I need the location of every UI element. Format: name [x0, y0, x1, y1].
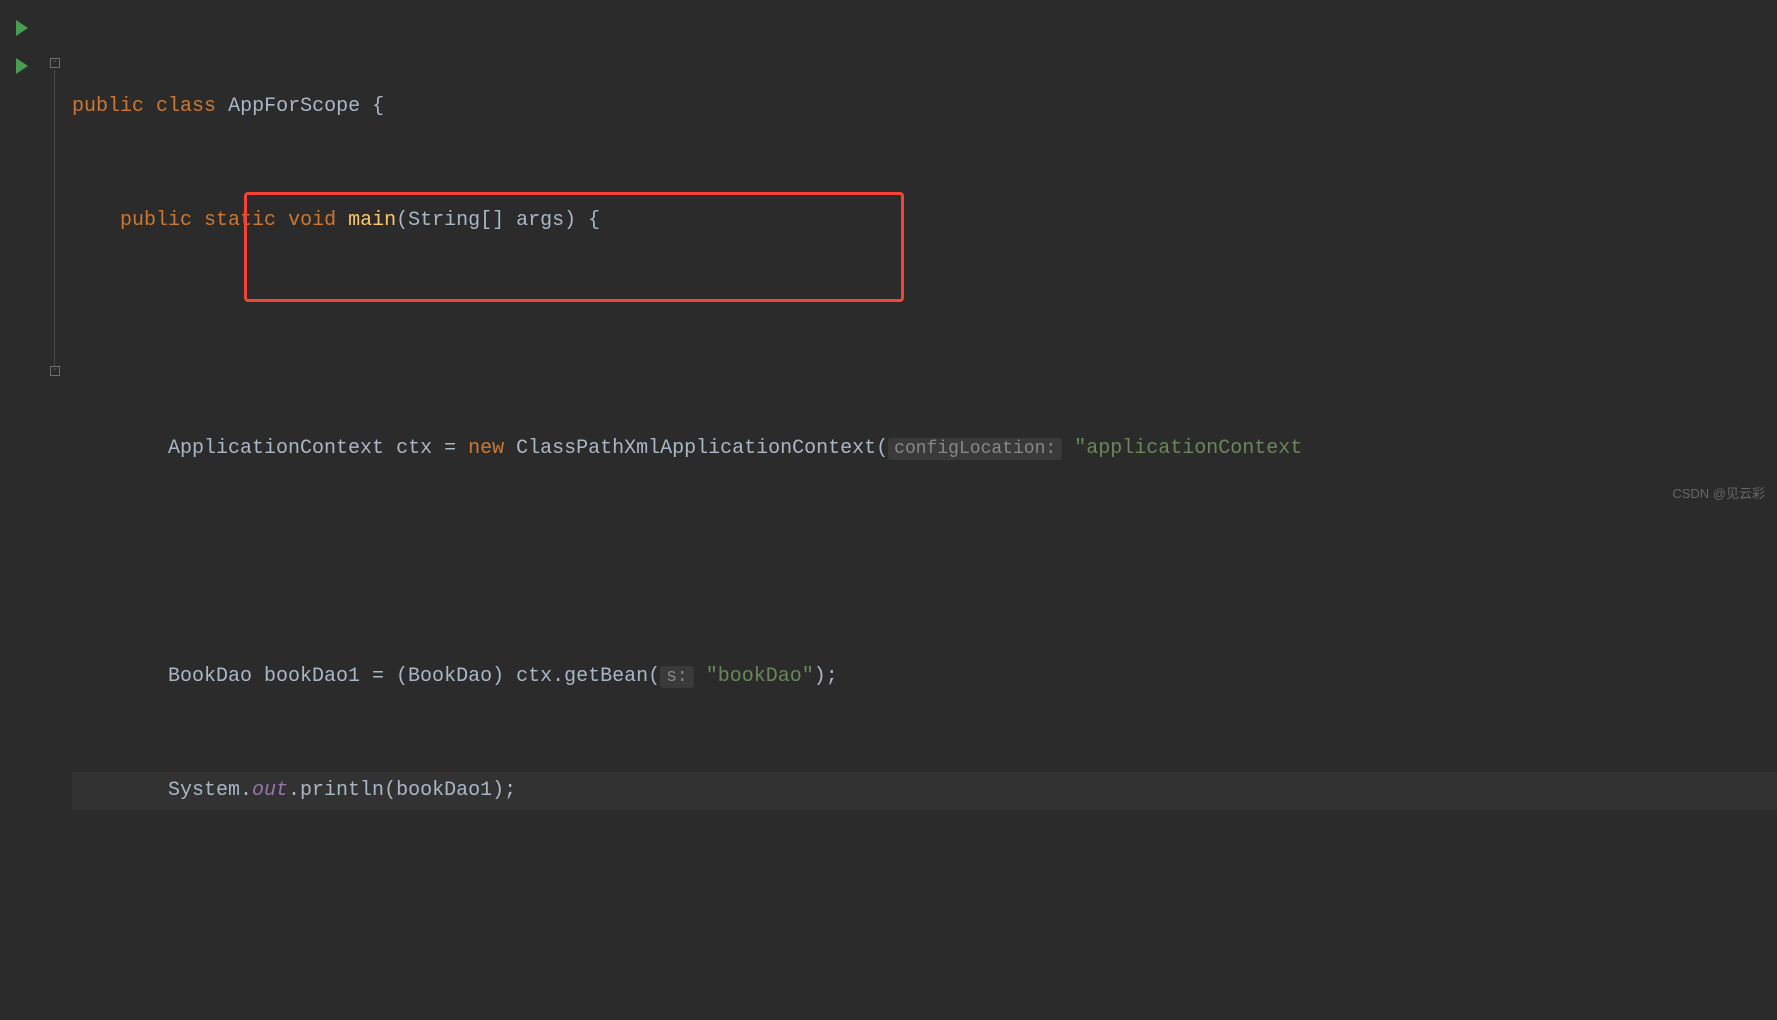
fold-toggle-icon[interactable]: -: [50, 366, 60, 376]
code-line: [72, 1000, 1777, 1020]
run-icon[interactable]: [16, 20, 28, 36]
code-line: public static void main(String[] args) {: [72, 202, 1777, 240]
parameter-hint: s:: [660, 666, 694, 688]
code-line: [72, 316, 1777, 354]
code-line: [72, 886, 1777, 924]
fold-line: [54, 70, 55, 366]
code-line: System.out.println(bookDao1);: [72, 772, 1777, 810]
fold-toggle-icon[interactable]: -: [50, 58, 60, 68]
code-line: ApplicationContext ctx = new ClassPathXm…: [72, 430, 1777, 468]
code-area[interactable]: public class AppForScope { public static…: [64, 0, 1777, 510]
code-line: public class AppForScope {: [72, 88, 1777, 126]
run-icon[interactable]: [16, 58, 28, 74]
watermark: CSDN @见云彩: [1672, 483, 1765, 502]
code-editor[interactable]: - - public class AppForScope { public st…: [0, 0, 1777, 510]
parameter-hint: configLocation:: [888, 438, 1062, 460]
code-line: [72, 544, 1777, 582]
fold-gutter: - -: [48, 0, 64, 510]
gutter: [0, 0, 48, 510]
code-line: BookDao bookDao1 = (BookDao) ctx.getBean…: [72, 658, 1777, 696]
